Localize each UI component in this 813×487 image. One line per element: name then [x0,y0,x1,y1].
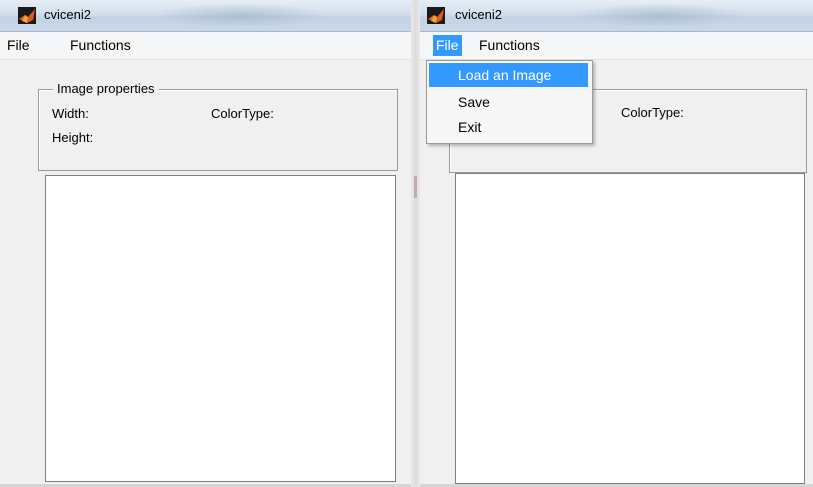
menu-functions[interactable]: Functions [67,35,134,56]
image-axes[interactable] [455,173,805,484]
window-title: cviceni2 [44,7,91,22]
matlab-logo-icon [18,7,36,24]
height-label: Height: [52,130,94,145]
menu-file[interactable]: File [433,35,462,56]
image-axes[interactable] [45,175,396,482]
right-window: cviceni2 File Functions ColorType: Load … [420,0,813,487]
menu-functions[interactable]: Functions [476,35,543,56]
figure-area: Image properties Width: Height: ColorTyp… [0,60,411,487]
menu-bar: File Functions [420,32,813,60]
menu-file[interactable]: File [4,35,33,56]
menu-bar: File Functions [0,32,411,60]
title-bar[interactable]: cviceni2 [420,0,813,32]
menu-item-exit[interactable]: Exit [429,115,588,139]
width-label: Width: [52,106,89,121]
file-menu-dropdown: Load an Image Save Exit [426,60,593,144]
window-gap [411,0,420,487]
panel-legend: Image properties [53,81,159,96]
title-bar-shine [150,3,330,27]
left-window: cviceni2 File Functions Image properties… [0,0,411,487]
image-properties-panel: Image properties Width: Height: ColorTyp… [38,81,398,171]
colortype-label: ColorType: [211,106,274,121]
gap-glint [414,176,417,198]
matlab-logo-icon [427,7,445,24]
menu-item-load-image[interactable]: Load an Image [429,63,588,87]
menu-item-save[interactable]: Save [429,90,588,114]
window-title: cviceni2 [455,7,502,22]
title-bar[interactable]: cviceni2 [0,0,411,32]
colortype-label: ColorType: [621,105,684,120]
title-bar-shine [570,3,750,27]
